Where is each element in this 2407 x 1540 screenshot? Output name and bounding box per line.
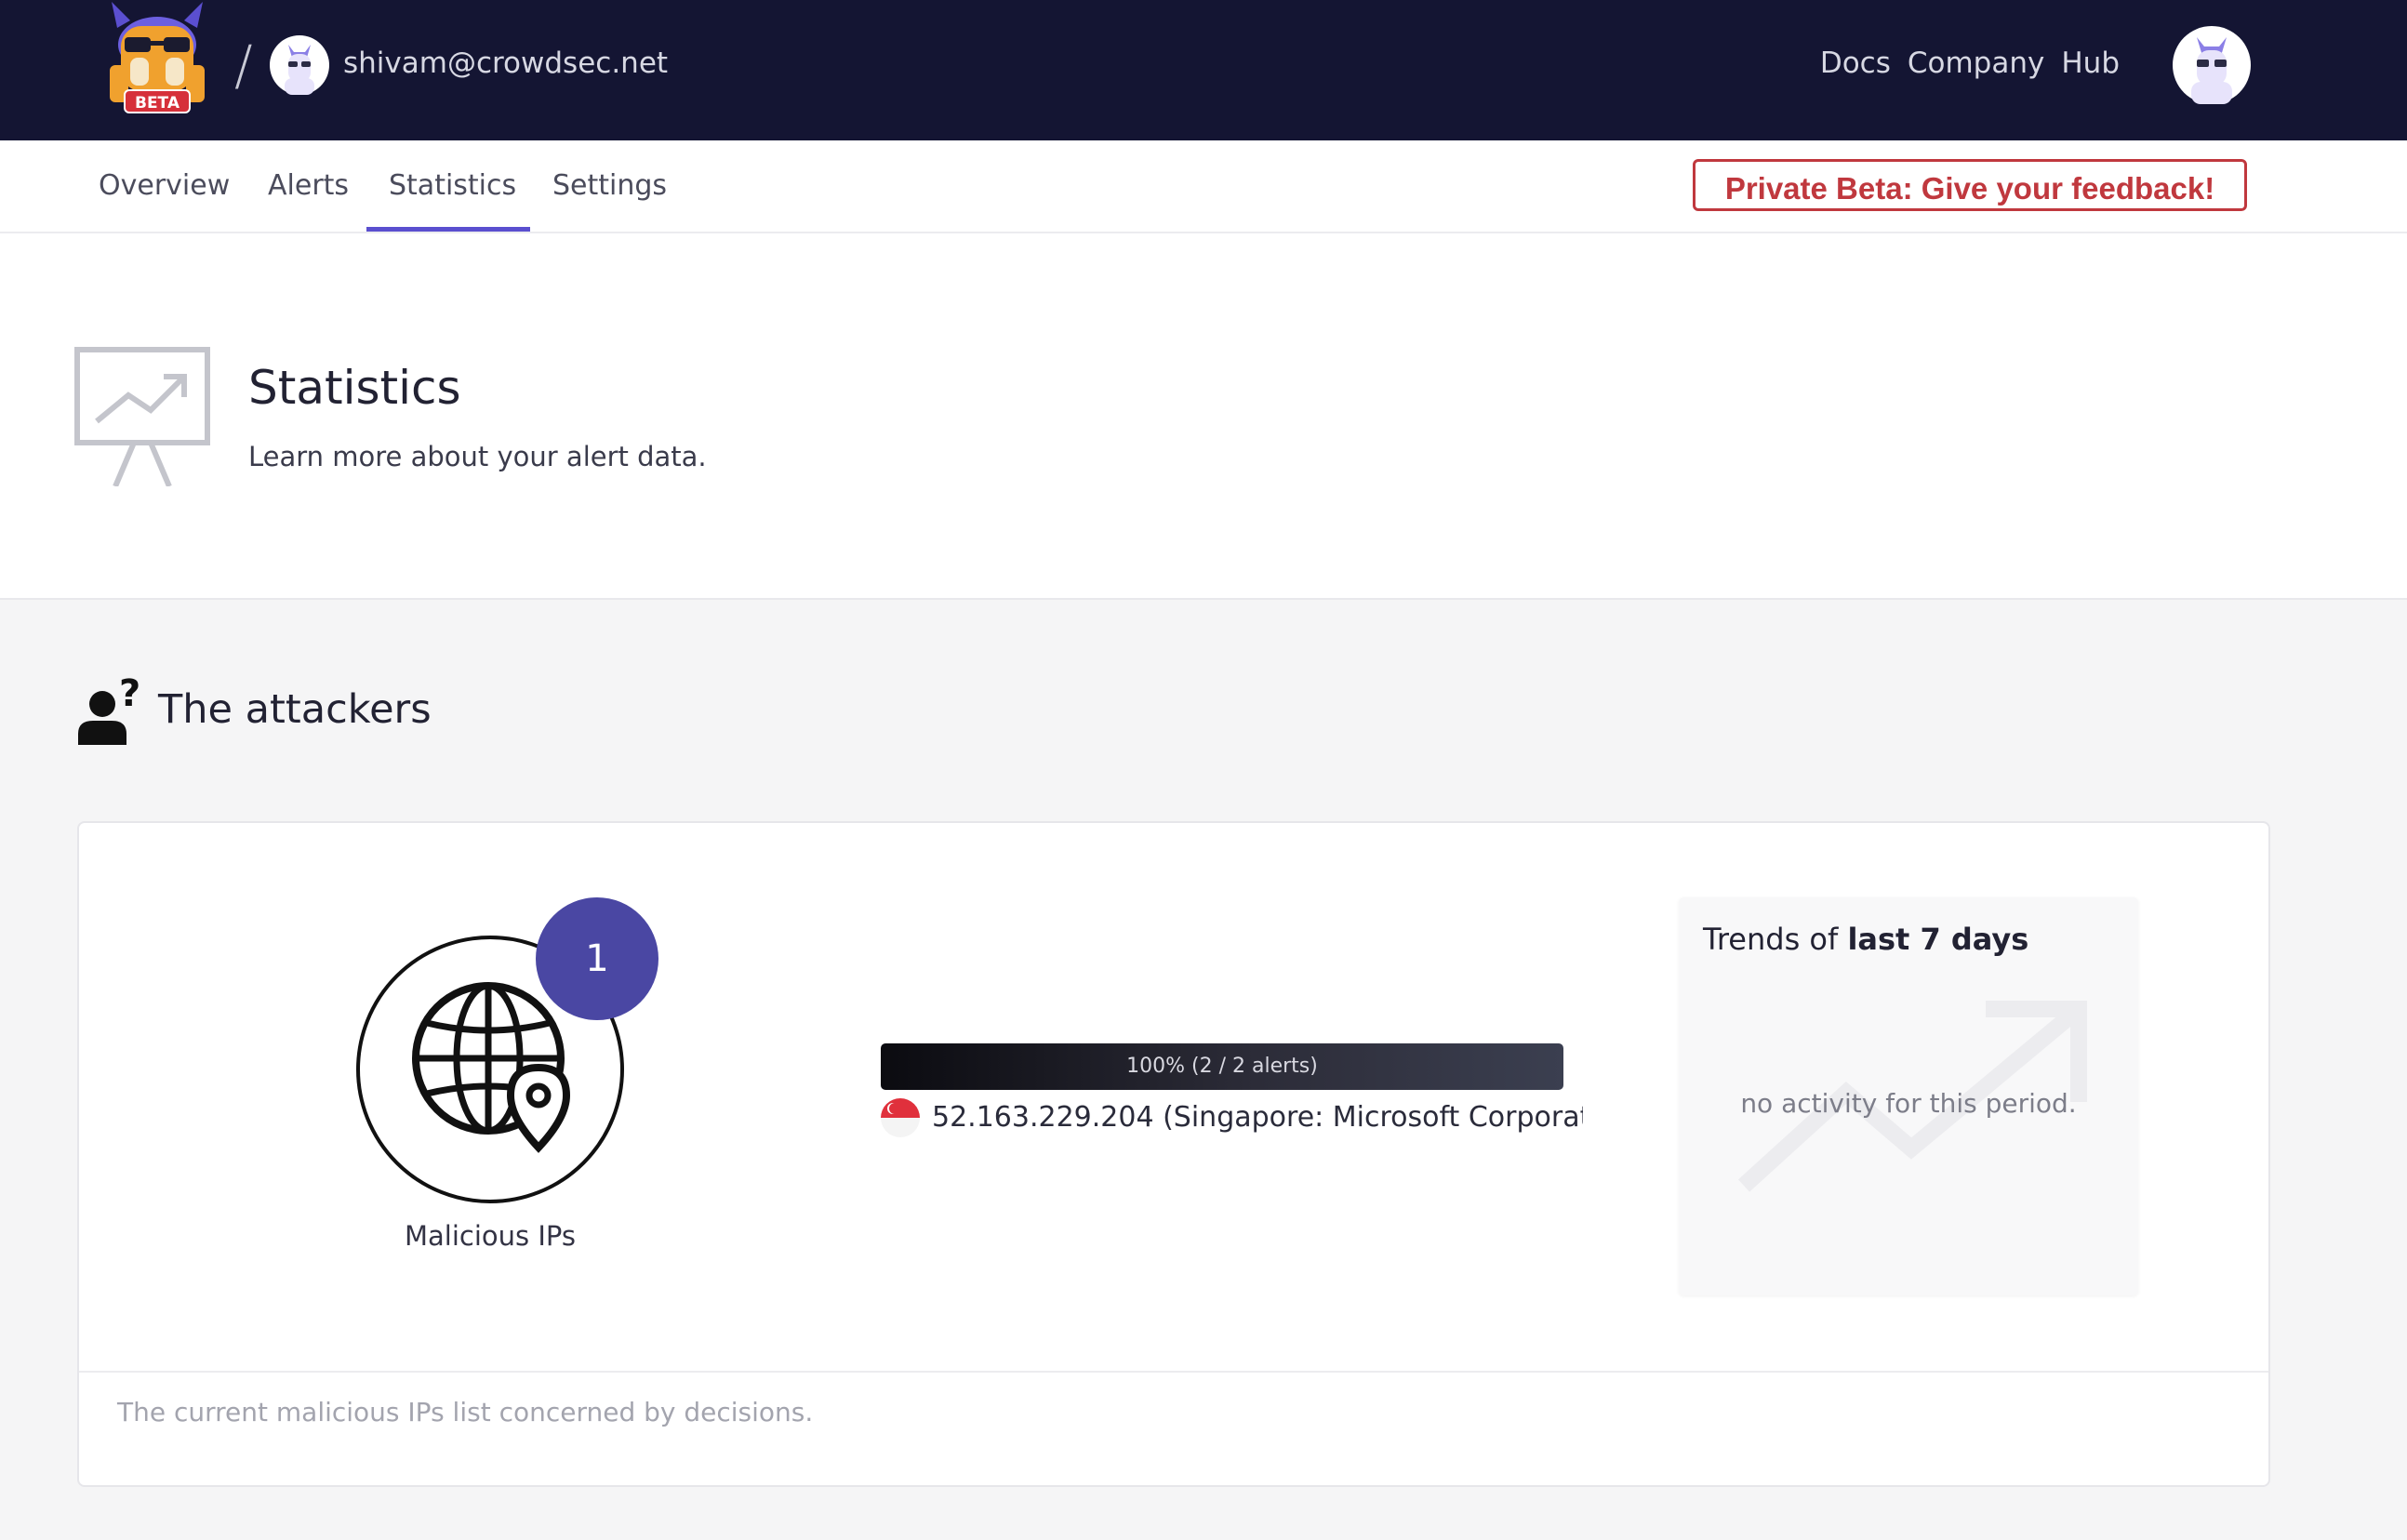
tab-bar: Overview Alerts Statistics Settings Priv… — [0, 140, 2407, 233]
tab-alerts[interactable]: Alerts — [268, 140, 349, 232]
card-footer-text: The current malicious IPs list concerned… — [117, 1397, 814, 1427]
globe-pin-icon — [412, 982, 571, 1153]
attackers-card: 1 Malicious IPs 100% (2 / 2 alerts) 52.1… — [77, 821, 2270, 1487]
tab-settings[interactable]: Settings — [552, 140, 667, 232]
presentation-chart-icon — [74, 347, 210, 486]
trends-period: last 7 days — [1847, 922, 2029, 957]
malicious-ips-count: 1 — [536, 897, 658, 1020]
trends-title-prefix: Trends of — [1703, 922, 1848, 957]
logo-beta-badge: BETA — [134, 94, 180, 113]
user-email[interactable]: shivam@crowdsec.net — [343, 43, 668, 84]
breadcrumb-separator: / — [234, 33, 253, 97]
page-subtitle: Learn more about your alert data. — [248, 441, 707, 472]
user-avatar-icon[interactable] — [270, 35, 329, 95]
top-navigation-bar: BETA / shivam@crowdsec.net Docs Company … — [0, 0, 2407, 140]
feedback-button[interactable]: Private Beta: Give your feedback! — [1693, 159, 2247, 211]
alerts-progress-label: 100% (2 / 2 alerts) — [1126, 1055, 1318, 1078]
docs-link[interactable]: Docs — [1820, 43, 1891, 84]
page-title: Statistics — [248, 361, 461, 415]
section-title: The attackers — [158, 686, 432, 733]
singapore-flag-icon — [881, 1098, 920, 1137]
trends-title: Trends of last 7 days — [1703, 918, 2028, 961]
tab-overview[interactable]: Overview — [99, 140, 230, 232]
trends-empty-message: no activity for this period. — [1740, 1088, 2077, 1119]
svg-text:?: ? — [119, 674, 140, 715]
page-header: Statistics Learn more about your alert d… — [0, 233, 2407, 600]
tab-statistics[interactable]: Statistics — [366, 140, 530, 232]
account-avatar-icon[interactable] — [2173, 26, 2251, 104]
hub-link[interactable]: Hub — [2061, 43, 2120, 84]
top-links: Docs Company Hub — [1820, 43, 2120, 84]
trends-panel: Trends of last 7 days no activity for th… — [1679, 897, 2138, 1295]
company-link[interactable]: Company — [1908, 43, 2044, 84]
card-divider — [79, 1371, 2268, 1373]
malicious-ips-label: Malicious IPs — [405, 1220, 576, 1252]
user-question-icon: ? — [78, 674, 140, 745]
alerts-progress-bar: 100% (2 / 2 alerts) — [881, 1043, 1563, 1090]
ip-entry[interactable]: 52.163.229.204 (Singapore: Microsoft Cor… — [932, 1096, 1583, 1139]
